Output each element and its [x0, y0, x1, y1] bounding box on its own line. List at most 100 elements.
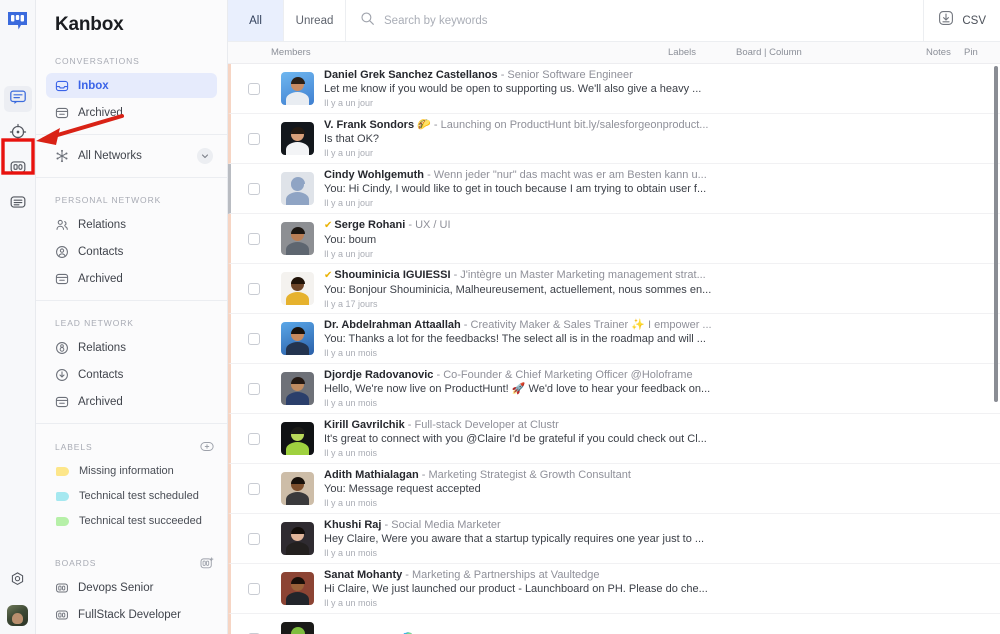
- conversation-row[interactable]: Khushi Raj - Social Media Marketer Hey Cl…: [228, 514, 1000, 564]
- member-headline: - Creativity Maker & Sales Trainer ✨ I e…: [460, 319, 712, 331]
- member-avatar[interactable]: [281, 422, 314, 455]
- tab-unread[interactable]: Unread: [284, 0, 346, 41]
- contact-circle-icon: [55, 245, 69, 259]
- add-board-icon[interactable]: [200, 557, 214, 569]
- sidebar-item-label: Archived: [78, 106, 123, 119]
- label-color-swatch: [56, 466, 69, 476]
- page-title: Kanbox: [55, 14, 124, 35]
- rail-item-boards[interactable]: [4, 156, 32, 182]
- conversation-row[interactable]: Daniel Grek Sanchez Castellanos - Senior…: [228, 64, 1000, 114]
- conversation-list[interactable]: Daniel Grek Sanchez Castellanos - Senior…: [228, 64, 1000, 634]
- member-avatar[interactable]: [281, 72, 314, 105]
- label-text: Technical test scheduled: [79, 490, 199, 502]
- row-checkbox[interactable]: [248, 432, 260, 445]
- conversation-row[interactable]: Djordje Radovanovic - Co-Founder & Chief…: [228, 364, 1000, 414]
- sidebar-item-archived-conversations[interactable]: Archived: [46, 100, 217, 125]
- conversation-row[interactable]: Adith Mathialagan - Marketing Strategist…: [228, 464, 1000, 514]
- user-avatar[interactable]: [7, 605, 28, 626]
- avatar-image: [281, 272, 314, 305]
- export-csv-button[interactable]: CSV: [923, 0, 1000, 41]
- conversation-row[interactable]: Frédéric Farré 🌍 Décarboner bâtiments to…: [228, 614, 1000, 634]
- member-avatar[interactable]: [281, 322, 314, 355]
- message-timestamp: Il y a un jour: [324, 198, 374, 208]
- member-avatar[interactable]: [281, 172, 314, 205]
- row-checkbox[interactable]: [248, 132, 260, 145]
- member-avatar[interactable]: [281, 572, 314, 605]
- conversation-row[interactable]: V. Frank Sondors 🌮 - Launching on Produc…: [228, 114, 1000, 164]
- row-checkbox[interactable]: [248, 582, 260, 595]
- sidebar-item-lead-archived[interactable]: Archived: [46, 389, 217, 414]
- avatar-body: [286, 592, 309, 605]
- sidebar-item-personal-archived[interactable]: Archived: [46, 266, 217, 291]
- search-input[interactable]: [384, 14, 784, 27]
- sidebar-item-inbox[interactable]: Inbox: [46, 73, 217, 98]
- row-checkbox[interactable]: [248, 182, 260, 195]
- conversation-text: V. Frank Sondors 🌮 - Launching on Produc…: [324, 118, 1000, 159]
- avatar-hair: [290, 476, 305, 484]
- rail-item-list[interactable]: [4, 191, 32, 217]
- row-checkbox[interactable]: [248, 482, 260, 495]
- member-name: Daniel Grek Sanchez Castellanos: [324, 69, 498, 81]
- sidebar-item-board-account-executive[interactable]: Account Executive: [46, 629, 217, 634]
- people-icon: [55, 218, 69, 232]
- conversation-row[interactable]: ✔ Serge Rohani - UX / UI You: boum Il y a u…: [228, 214, 1000, 264]
- conversation-row[interactable]: Sanat Mohanty - Marketing & Partnerships…: [228, 564, 1000, 614]
- kanbox-logo-icon[interactable]: [6, 10, 30, 32]
- label-item-technical-test-scheduled[interactable]: Technical test scheduled: [46, 484, 217, 508]
- member-avatar[interactable]: [281, 222, 314, 255]
- avatar-hair: [290, 226, 305, 234]
- rail-item-settings[interactable]: [4, 569, 32, 595]
- sidebar-divider-2: [36, 177, 227, 178]
- sidebar-divider-3: [36, 300, 227, 301]
- sidebar-item-personal-contacts[interactable]: Contacts: [46, 239, 217, 264]
- sidebar-item-board-fullstack-developer[interactable]: FullStack Developer: [46, 602, 217, 627]
- row-checkbox[interactable]: [248, 332, 260, 345]
- rail-item-target[interactable]: [4, 121, 32, 147]
- member-avatar[interactable]: [281, 122, 314, 155]
- messages-icon: [9, 88, 27, 111]
- row-checkbox[interactable]: [248, 82, 260, 95]
- rail-item-messages[interactable]: [3, 86, 32, 112]
- board-icon: [55, 581, 69, 595]
- chevron-down-icon[interactable]: [197, 147, 213, 164]
- avatar-image: [281, 622, 314, 634]
- message-preview: Let me know if you would be open to supp…: [324, 83, 702, 95]
- conversation-row[interactable]: ✔ Shouminicia IGUIESSI - J'intègre un Mas…: [228, 264, 1000, 314]
- sidebar-item-personal-relations[interactable]: Relations: [46, 212, 217, 237]
- tab-all[interactable]: All: [228, 0, 284, 41]
- conversation-header-line: Kirill Gavrilchik - Full-stack Developer…: [324, 418, 992, 432]
- member-avatar[interactable]: [281, 472, 314, 505]
- sidebar-item-lead-contacts[interactable]: Contacts: [46, 362, 217, 387]
- message-preview: Hey Claire, Were you aware that a startu…: [324, 533, 705, 545]
- member-avatar[interactable]: [281, 272, 314, 305]
- sidebar-item-all-networks[interactable]: All Networks: [46, 143, 217, 168]
- member-avatar[interactable]: [281, 522, 314, 555]
- conversation-row[interactable]: Kirill Gavrilchik - Full-stack Developer…: [228, 414, 1000, 464]
- conversation-text: Adith Mathialagan - Marketing Strategist…: [324, 468, 1000, 509]
- message-timestamp: Il y a un mois: [324, 398, 378, 408]
- member-avatar[interactable]: [281, 622, 314, 634]
- conversation-text: Kirill Gavrilchik - Full-stack Developer…: [324, 418, 1000, 459]
- label-item-missing-information[interactable]: Missing information: [46, 459, 217, 483]
- conversation-text: Djordje Radovanovic - Co-Founder & Chief…: [324, 368, 1000, 409]
- row-checkbox[interactable]: [248, 532, 260, 545]
- conversation-row[interactable]: Dr. Abdelrahman Attaallah - Creativity M…: [228, 314, 1000, 364]
- section-label: BOARDS: [55, 557, 97, 568]
- member-avatar[interactable]: [281, 372, 314, 405]
- search-bar[interactable]: [346, 0, 923, 41]
- row-checkbox[interactable]: [248, 232, 260, 245]
- vertical-scrollbar[interactable]: [994, 66, 998, 402]
- conversation-header-line: Adith Mathialagan - Marketing Strategist…: [324, 468, 992, 482]
- avatar-body: [286, 542, 309, 555]
- label-item-technical-test-succeeded[interactable]: Technical test succeeded: [46, 509, 217, 533]
- row-checkbox[interactable]: [248, 282, 260, 295]
- add-label-icon[interactable]: [200, 441, 214, 452]
- sidebar-item-lead-relations[interactable]: Relations: [46, 335, 217, 360]
- avatar-hair: [290, 276, 305, 284]
- row-checkbox[interactable]: [248, 382, 260, 395]
- sidebar-item-board-devops-senior[interactable]: Devops Senior: [46, 575, 217, 600]
- network-icon: [55, 149, 69, 163]
- message-preview: Is that OK?: [324, 133, 380, 145]
- conversation-row[interactable]: Cindy Wohlgemuth - Wenn jeder "nur" das …: [228, 164, 1000, 214]
- conversation-text: Khushi Raj - Social Media Marketer Hey Cl…: [324, 518, 1000, 559]
